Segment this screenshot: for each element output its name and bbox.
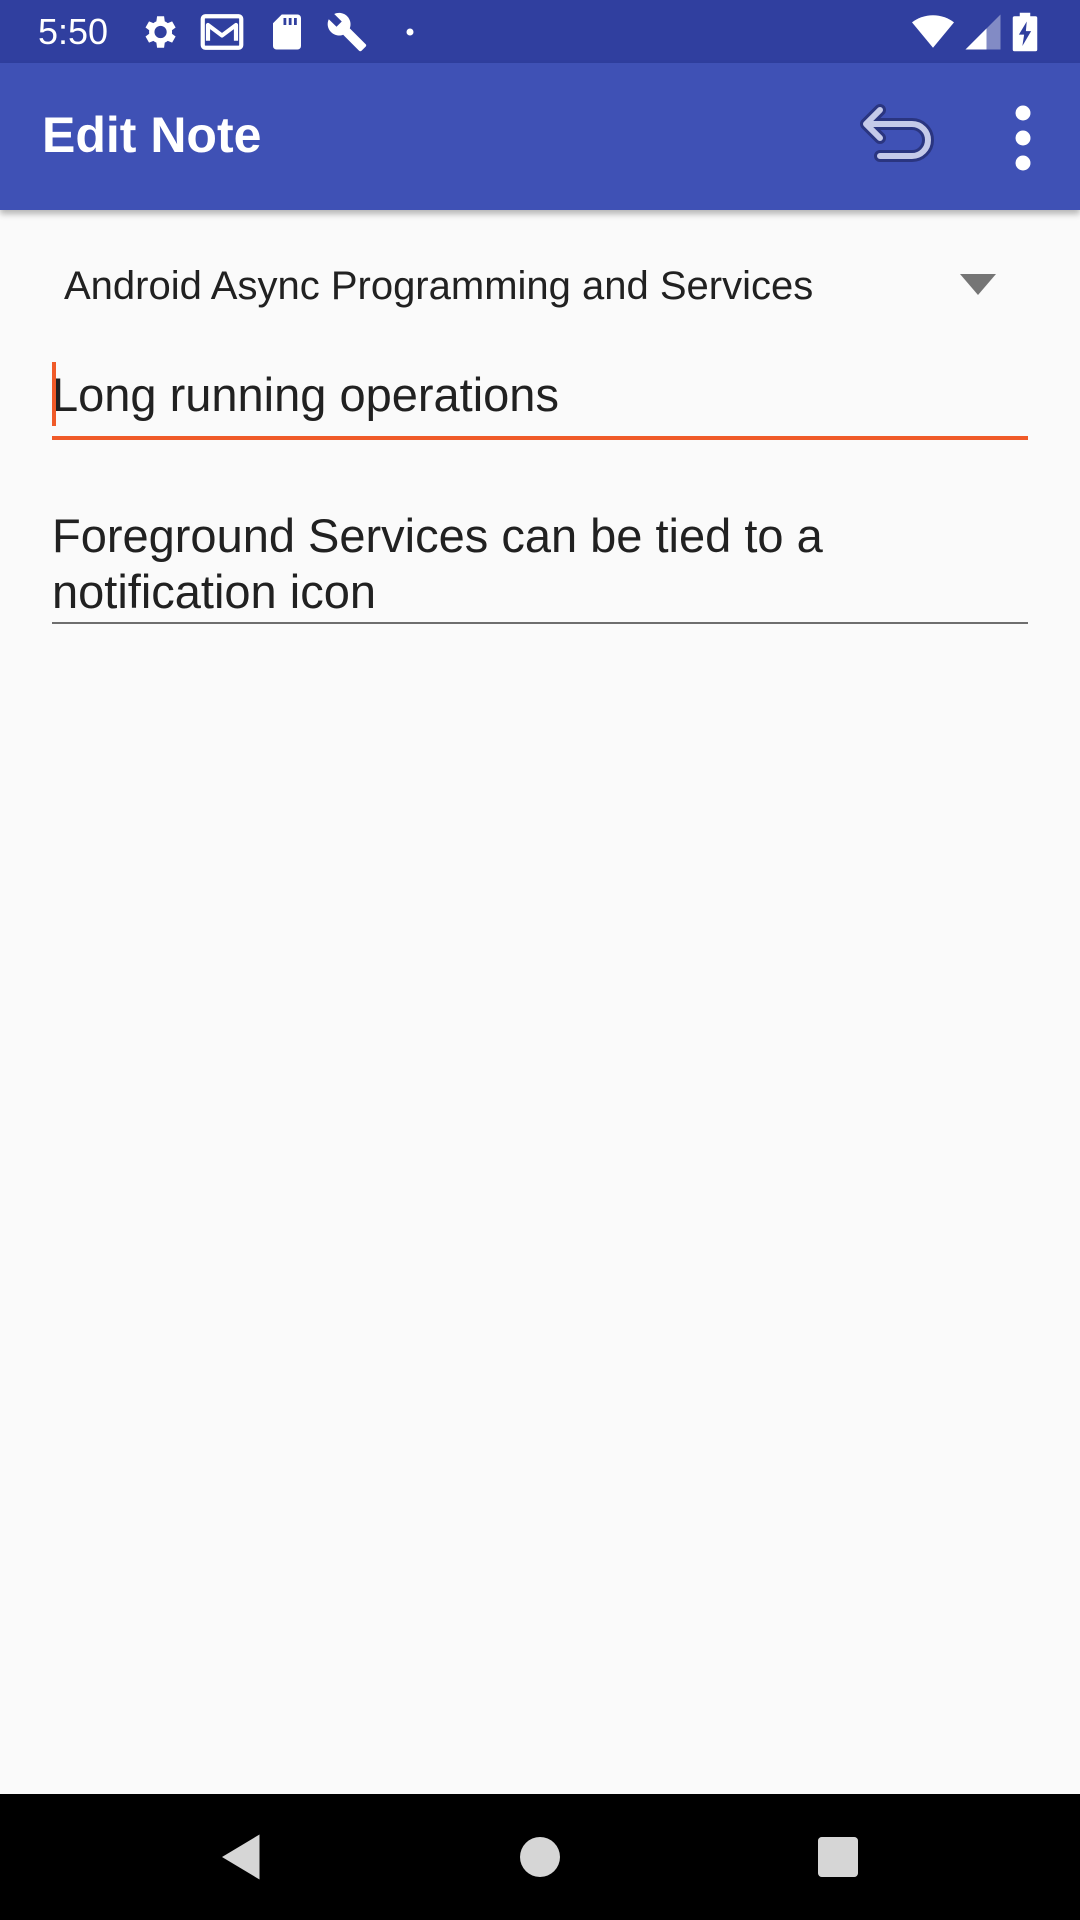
back-button[interactable] [212,1827,272,1887]
note-text-value: Foreground Services can be tied to a not… [52,509,823,618]
home-icon [520,1837,560,1877]
gear-icon [138,11,180,53]
navigation-bar [0,1794,1080,1920]
screen: 5:50 Edit Note Android Async Programming… [0,0,1080,1920]
dot-icon [400,11,420,53]
more-vert-icon [1015,105,1031,171]
page-title: Edit Note [42,107,262,163]
undo-button[interactable] [860,101,940,175]
app-bar: Edit Note [0,63,1080,210]
course-spinner[interactable]: Android Async Programming and Services [52,250,1002,322]
course-selected-value: Android Async Programming and Services [64,264,814,308]
recents-button[interactable] [808,1827,868,1887]
back-icon [222,1834,260,1880]
note-text-field[interactable]: Foreground Services can be tied to a not… [52,502,1028,624]
signal-icon [962,11,1004,53]
sd-card-icon [266,11,308,53]
gmail-icon [198,11,246,53]
home-button[interactable] [510,1827,570,1887]
status-time: 5:50 [38,11,109,52]
wifi-icon [908,11,958,53]
dropdown-arrow-icon [960,274,996,298]
recents-icon [818,1837,858,1877]
undo-icon [860,104,934,162]
wrench-icon [326,11,368,53]
note-title-value: Long running operations [52,368,559,421]
more-options-button[interactable] [998,103,1048,173]
status-bar: 5:50 [0,0,1080,63]
battery-charging-icon [1008,11,1042,53]
note-title-field[interactable]: Long running operations [52,356,1028,440]
text-cursor [52,362,56,426]
